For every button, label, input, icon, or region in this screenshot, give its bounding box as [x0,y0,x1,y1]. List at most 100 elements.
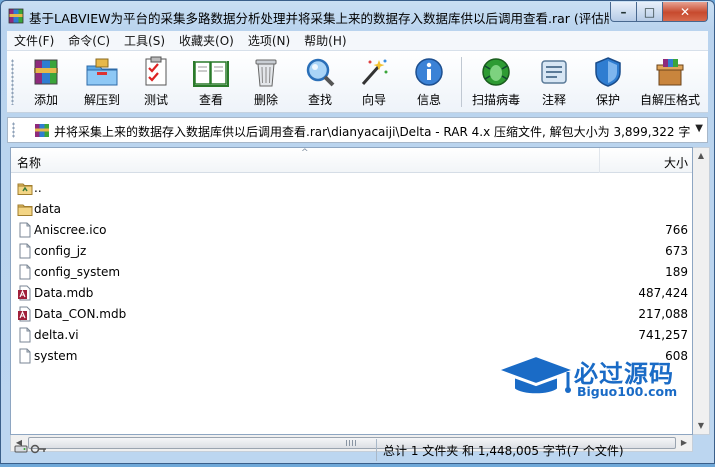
watermark: 必过源码 Biguo100.com [494,354,692,406]
virus-scan-button[interactable]: 扫描病毒 [467,54,525,110]
file-row[interactable]: delta.vi 741,257 [11,324,692,345]
file-row[interactable]: config_jz 673 [11,240,692,261]
view-button[interactable]: 查看 [182,54,240,110]
add-label: 添加 [33,93,58,107]
file-name: delta.vi [34,328,79,342]
file-row[interactable]: Data.mdb 487,424 [11,282,692,303]
find-icon [306,58,335,87]
minimize-button[interactable]: – [610,2,637,22]
access-db-icon [17,306,33,322]
wizard-icon [361,59,388,85]
parent-folder-icon [17,180,33,196]
archive-icon [35,124,49,137]
column-name-header[interactable]: 名称 [17,154,41,171]
drive-icon[interactable] [14,442,28,456]
vertical-scrollbar[interactable]: ▲ ▼ [693,147,710,435]
wizard-button[interactable]: 向导 [345,54,403,110]
winrar-window: 基于LABVIEW为平台的采集多路数据分析处理并将采集上来的数据存入数据库供以后… [0,0,715,464]
status-summary: 总计 1 文件夹 和 1,448,005 字节(7 个文件) [383,444,624,458]
add-archive-icon [34,59,58,85]
virus-scan-label: 扫描病毒 [471,93,520,107]
address-grip [12,122,15,138]
delete-icon [255,59,277,87]
extract-to-label: 解压到 [83,93,120,107]
menu-favorites[interactable]: 收藏夹(O) [172,32,241,49]
sfx-button[interactable]: 自解压格式 [637,54,703,110]
comment-button[interactable]: 注释 [525,54,583,110]
file-row[interactable]: config_system 189 [11,261,692,282]
toolbar-separator [461,57,462,107]
file-size: 673 [665,244,688,258]
file-name: Data_CON.mdb [34,307,127,321]
file-name: system [34,349,78,363]
menu-options[interactable]: 选项(N) [241,32,297,49]
file-name: Data.mdb [34,286,94,300]
file-size: 189 [665,265,688,279]
sfx-icon [656,59,684,86]
delete-button[interactable]: 删除 [237,54,295,110]
file-size: 217,088 [638,307,688,321]
toolbar-grip[interactable] [11,59,14,105]
file-row[interactable]: Data_CON.mdb 217,088 [11,303,692,324]
add-button[interactable]: 添加 [17,54,75,110]
info-button[interactable]: 信息 [400,54,458,110]
info-label: 信息 [416,93,441,107]
file-icon [17,327,33,343]
test-icon [145,56,167,86]
access-db-icon [17,285,33,301]
list-header: 名称 ^ 大小 [11,148,692,173]
test-button[interactable]: 测试 [127,54,185,110]
menu-tools[interactable]: 工具(S) [117,32,172,49]
file-name: .. [34,181,42,195]
file-name: data [34,202,62,216]
sfx-label: 自解压格式 [639,93,700,107]
watermark-domain: Biguo100.com [577,384,678,399]
view-icon [193,61,229,87]
extract-to-button[interactable]: 解压到 [73,54,131,110]
column-size-header[interactable]: 大小 [664,154,688,171]
column-divider[interactable] [599,148,600,173]
toolbar: 添加 解压到 测试 查看 删除 查找 向导 信息 扫描病毒 注释 保护 自解压格… [7,51,708,113]
title-bar[interactable]: 基于LABVIEW为平台的采集多路数据分析处理并将采集上来的数据存入数据库供以后… [1,1,714,31]
menu-commands[interactable]: 命令(C) [61,32,117,49]
sort-indicator-icon: ^ [301,148,309,158]
status-separator [376,439,377,461]
file-row[interactable]: .. [11,177,692,198]
window-title: 基于LABVIEW为平台的采集多路数据分析处理并将采集上来的数据存入数据库供以后… [29,11,609,26]
protect-icon [595,57,621,87]
info-icon [415,58,443,86]
file-icon [17,243,33,259]
file-list[interactable]: 名称 ^ 大小 .. data Aniscree.ico 766 config_jz 67… [10,147,693,435]
file-size: 741,257 [638,328,688,342]
file-row[interactable]: Aniscree.ico 766 [11,219,692,240]
menu-file[interactable]: 文件(F) [7,32,61,49]
key-icon[interactable] [30,442,48,456]
file-size: 766 [665,223,688,237]
protect-button[interactable]: 保护 [579,54,637,110]
comment-label: 注释 [541,93,566,107]
find-button[interactable]: 查找 [291,54,349,110]
scroll-down-icon[interactable]: ▼ [693,418,709,434]
wizard-label: 向导 [361,93,386,107]
scroll-up-icon[interactable]: ▲ [693,148,709,164]
file-icon [17,222,33,238]
menu-help[interactable]: 帮助(H) [297,32,353,49]
status-bar: 总计 1 文件夹 和 1,448,005 字节(7 个文件) [0,437,715,467]
file-icon [17,264,33,280]
delete-label: 删除 [253,93,278,107]
file-icon [17,348,33,364]
address-bar[interactable]: 并将采集上来的数据存入数据库供以后调用查看.rar\dianyacaiji\De… [7,117,708,143]
status-icons [14,442,48,456]
menu-bar: 文件(F) 命令(C) 工具(S) 收藏夹(O) 选项(N) 帮助(H) [7,31,708,51]
file-row[interactable]: data [11,198,692,219]
maximize-button[interactable]: □ [636,2,663,22]
winrar-app-icon [8,8,24,24]
graduation-cap-logo [495,354,577,396]
address-path: 并将采集上来的数据存入数据库供以后调用查看.rar\dianyacaiji\De… [54,125,690,139]
virus-scan-icon [482,58,510,86]
close-button[interactable]: ✕ [662,2,708,22]
file-size: 487,424 [638,286,688,300]
address-dropdown-button[interactable]: ▼ [695,123,703,134]
comment-icon [541,60,567,84]
protect-label: 保护 [595,93,620,107]
